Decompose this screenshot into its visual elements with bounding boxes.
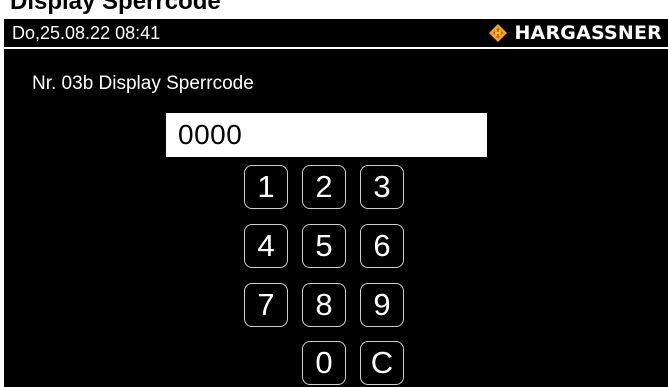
datetime-label: Do,25.08.22 08:41: [12, 23, 161, 43]
page-header-text: Display Sperrcode: [10, 0, 221, 15]
keypad-key-5[interactable]: 5: [302, 224, 346, 268]
brand-logo: HARGASSNER: [488, 22, 662, 44]
keypad-clear-button[interactable]: C: [360, 341, 404, 385]
code-input-field[interactable]: 0000: [166, 113, 487, 157]
keypad-key-7[interactable]: 7: [244, 283, 288, 327]
keypad-key-3[interactable]: 3: [360, 165, 404, 209]
device-screen: Do,25.08.22 08:41 HARGASSNER Nr. 03b Dis…: [4, 19, 668, 387]
status-bar: Do,25.08.22 08:41 HARGASSNER: [4, 19, 668, 49]
keypad-key-2[interactable]: 2: [302, 165, 346, 209]
keypad-key-8[interactable]: 8: [302, 283, 346, 327]
page-header-strip: Display Sperrcode: [0, 0, 668, 17]
keypad-key-4[interactable]: 4: [244, 224, 288, 268]
keypad-key-9[interactable]: 9: [360, 283, 404, 327]
hargassner-diamond-logo-icon: [489, 24, 508, 42]
brand-name: HARGASSNER: [514, 22, 662, 44]
keypad-key-0[interactable]: 0: [302, 341, 346, 385]
code-value: 0000: [178, 119, 243, 150]
keypad-key-1[interactable]: 1: [244, 165, 288, 209]
keypad-key-6[interactable]: 6: [360, 224, 404, 268]
screen-title: Nr. 03b Display Sperrcode: [32, 73, 254, 94]
